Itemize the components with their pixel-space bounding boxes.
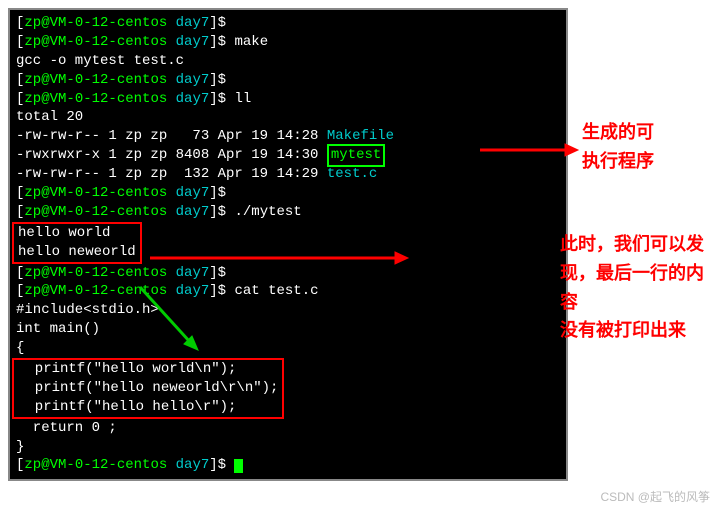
prompt-line-3: [zp@VM-0-12-centos day7]$ xyxy=(16,71,560,90)
src-brace-close: } xyxy=(16,438,560,457)
output-hello-world: hello world xyxy=(18,225,110,241)
prompt-line-5: [zp@VM-0-12-centos day7]$ xyxy=(16,184,560,203)
prompt-line-2: [zp@VM-0-12-centos day7]$ make xyxy=(16,33,560,52)
cursor-icon xyxy=(234,459,243,473)
prompt-line-1: [zp@VM-0-12-centos day7]$ xyxy=(16,14,560,33)
annotation-last-line: 此时，我们可以发 现，最后一行的内容 没有被打印出来 xyxy=(560,230,720,345)
output-hello-neweorld: hello neweorld xyxy=(18,244,136,260)
arrow-to-code-icon xyxy=(130,282,210,362)
src-include: #include<stdio.h> xyxy=(16,301,560,320)
output-gcc: gcc -o mytest test.c xyxy=(16,52,560,71)
src-return: return 0 ; xyxy=(16,419,560,438)
terminal-window[interactable]: [zp@VM-0-12-centos day7]$ [zp@VM-0-12-ce… xyxy=(8,8,568,481)
highlight-mytest: mytest xyxy=(327,144,385,167)
watermark-text: CSDN @起飞的风筝 xyxy=(600,488,710,505)
output-file-testc: -rw-rw-r-- 1 zp zp 132 Apr 19 14:29 test… xyxy=(16,165,560,184)
output-total: total 20 xyxy=(16,108,560,127)
prompt-line-4: [zp@VM-0-12-centos day7]$ ll xyxy=(16,90,560,109)
src-printf-3: printf("hello hello\r"); xyxy=(18,399,236,415)
arrow-to-mytest-icon xyxy=(480,140,580,160)
src-main: int main() xyxy=(16,320,560,339)
prompt-line-8: [zp@VM-0-12-centos day7]$ cat test.c xyxy=(16,282,560,301)
annotation-executable: 生成的可 执行程序 xyxy=(582,118,654,176)
src-printf-2: printf("hello neweorld\r\n"); xyxy=(18,380,278,396)
arrow-to-output-icon xyxy=(150,248,410,268)
output-file-makefile: -rw-rw-r-- 1 zp zp 73 Apr 19 14:28 Makef… xyxy=(16,127,560,146)
src-brace-open: { xyxy=(16,339,560,358)
output-file-mytest: -rwxrwxr-x 1 zp zp 8408 Apr 19 14:30 myt… xyxy=(16,146,560,165)
prompt-line-9: [zp@VM-0-12-centos day7]$ xyxy=(16,456,560,475)
prompt-line-6: [zp@VM-0-12-centos day7]$ ./mytest xyxy=(16,203,560,222)
src-printf-1: printf("hello world\n"); xyxy=(18,361,236,377)
highlight-printf-block: printf("hello world\n"); printf("hello n… xyxy=(16,358,560,419)
